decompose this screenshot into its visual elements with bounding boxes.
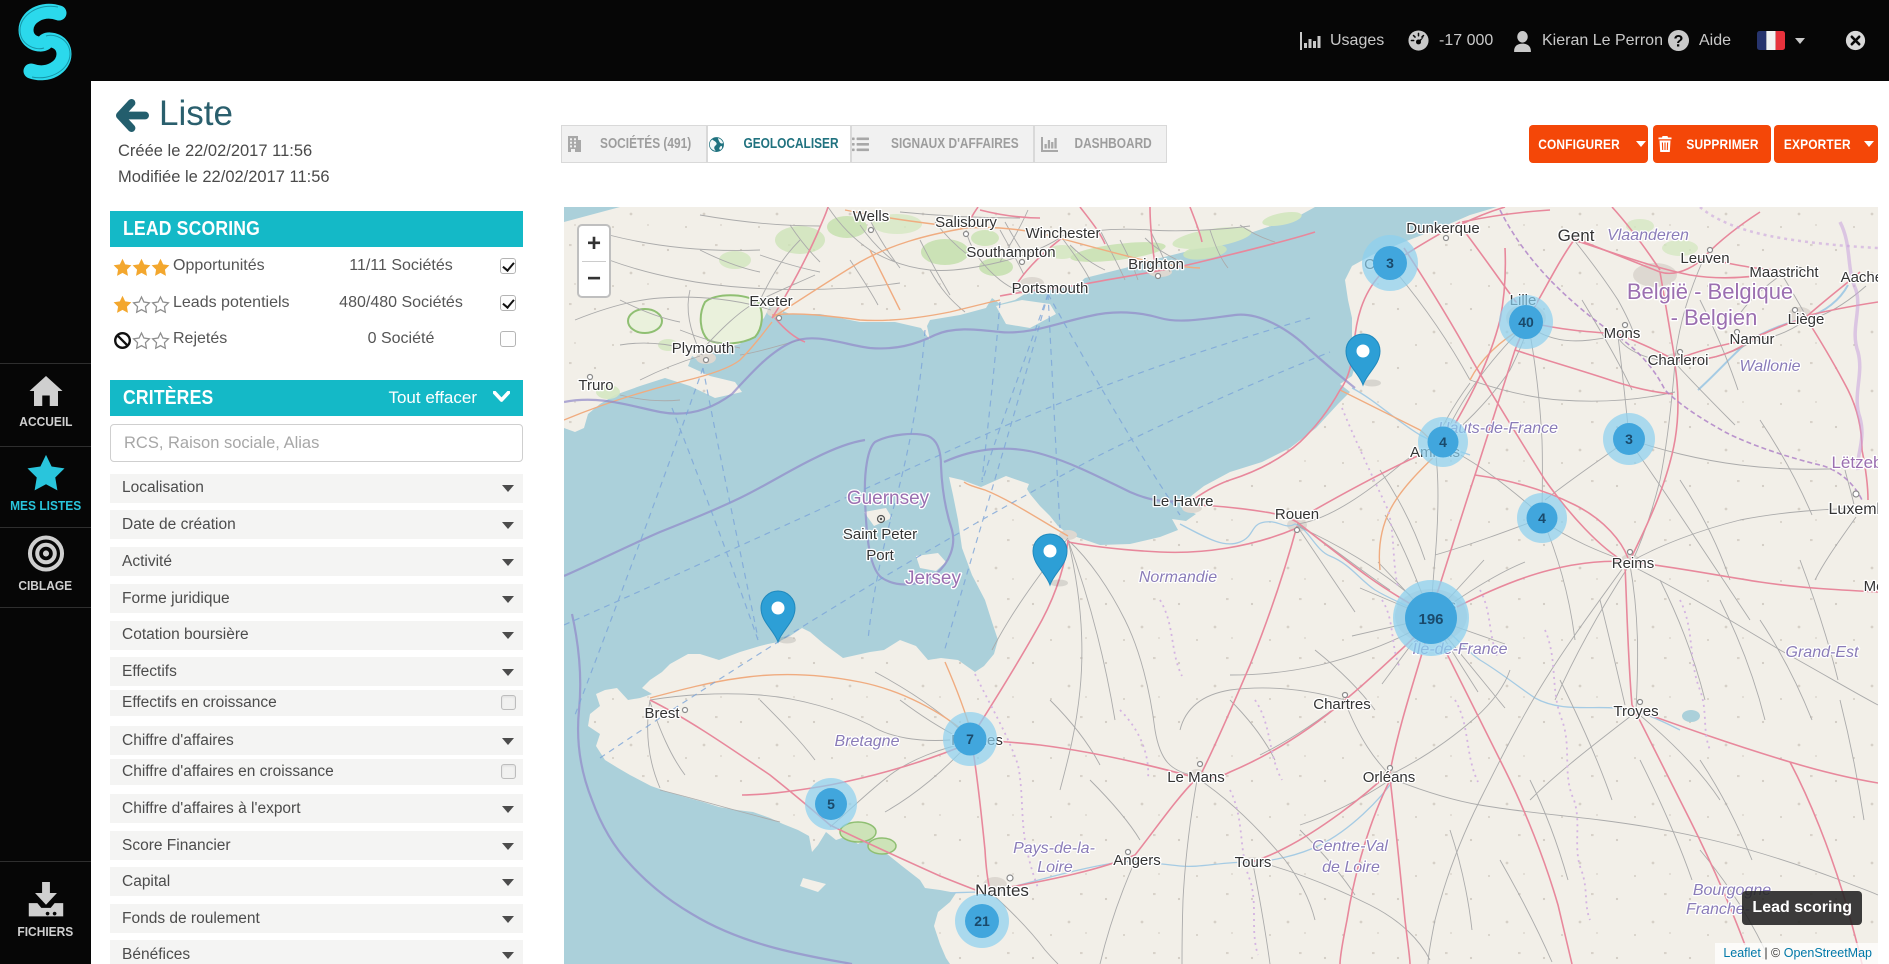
svg-text:Pays-de-la-: Pays-de-la- [1013,840,1095,857]
svg-text:de Loire: de Loire [1322,859,1380,876]
svg-text:3: 3 [1625,431,1633,447]
svg-text:Charleroi: Charleroi [1648,352,1709,369]
svg-text:Plymouth: Plymouth [672,340,735,357]
svg-text:Rouen: Rouen [1275,506,1319,523]
svg-text:Mons: Mons [1604,325,1641,342]
svg-text:Wallonie: Wallonie [1739,358,1800,375]
svg-text:Saint Peter: Saint Peter [843,526,917,543]
svg-text:Port: Port [866,547,894,564]
svg-text:Luxemb: Luxemb [1829,501,1878,518]
svg-text:Troyes: Troyes [1613,703,1658,720]
svg-text:Lëtzeb: Lëtzeb [1831,453,1878,472]
svg-text:Bretagne: Bretagne [835,733,900,750]
svg-text:Le Mans: Le Mans [1167,769,1225,786]
svg-text:3: 3 [1386,255,1394,271]
svg-text:Wells: Wells [853,208,889,225]
svg-text:Franche-: Franche- [1686,901,1750,918]
svg-text:4: 4 [1439,434,1447,450]
svg-text:Jersey: Jersey [905,568,961,589]
svg-text:Loire: Loire [1037,859,1073,876]
svg-text:Chartres: Chartres [1313,696,1371,713]
svg-text:40: 40 [1518,314,1534,330]
svg-text:Winchester: Winchester [1025,225,1100,242]
svg-text:Brest: Brest [644,705,680,722]
svg-text:Portsmouth: Portsmouth [1012,280,1089,297]
svg-text:België - Belgique: België - Belgique [1627,279,1793,304]
svg-text:Gent: Gent [1558,226,1595,245]
svg-text:Reims: Reims [1612,555,1655,572]
svg-text:Dunkerque: Dunkerque [1406,220,1479,237]
svg-text:Brighton: Brighton [1128,256,1184,273]
svg-text:Le Havre: Le Havre [1153,493,1214,510]
svg-text:Namur: Namur [1729,331,1774,348]
svg-text:Salisbury: Salisbury [935,214,997,231]
svg-text:Guernsey: Guernsey [847,488,930,509]
svg-text:4: 4 [1538,510,1546,526]
svg-text:Truro: Truro [578,377,613,394]
svg-text:Aachen: Aachen [1841,269,1878,286]
svg-text:Liège: Liège [1788,311,1825,328]
svg-text:21: 21 [974,913,990,929]
svg-text:Southampton: Southampton [966,244,1055,261]
svg-text:5: 5 [827,796,835,812]
svg-text:Grand-Est: Grand-Est [1786,644,1859,661]
svg-text:Centre-Val: Centre-Val [1312,838,1388,855]
svg-text:Me: Me [1864,578,1878,595]
svg-text:7: 7 [966,731,974,747]
svg-text:?: ? [1674,32,1684,50]
svg-text:Normandie: Normandie [1139,569,1217,586]
svg-text:Leuven: Leuven [1680,250,1729,267]
svg-text:196: 196 [1418,611,1443,628]
svg-text:Tours: Tours [1235,854,1272,871]
svg-text:Angers: Angers [1113,852,1161,869]
svg-text:Exeter: Exeter [749,293,792,310]
svg-text:Orléans: Orléans [1363,769,1416,786]
svg-text:- Belgien: - Belgien [1671,305,1758,330]
svg-text:Vlaanderen: Vlaanderen [1607,227,1689,244]
